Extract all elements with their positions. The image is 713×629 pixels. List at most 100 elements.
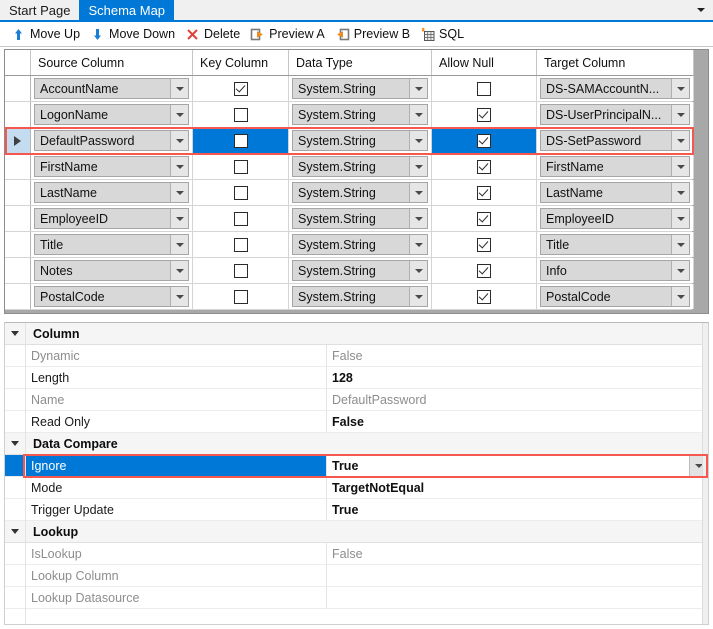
cell-source-column[interactable]: AccountName bbox=[31, 76, 193, 101]
property-row[interactable]: Trigger Update True bbox=[5, 499, 708, 521]
property-value[interactable]: 128 bbox=[327, 367, 708, 388]
checkbox-unchecked-icon[interactable] bbox=[477, 81, 491, 96]
combobox-chevron-down-icon[interactable] bbox=[671, 79, 689, 98]
property-value[interactable] bbox=[327, 565, 708, 586]
combobox[interactable]: Title bbox=[34, 234, 189, 255]
property-name[interactable]: Mode bbox=[5, 477, 327, 498]
cell-data-type[interactable]: System.String bbox=[289, 154, 432, 179]
toolbar-move-down-button[interactable]: Move Down bbox=[85, 23, 180, 45]
cell-source-column[interactable]: EmployeeID bbox=[31, 206, 193, 231]
cell-key-column[interactable] bbox=[193, 76, 289, 101]
property-row[interactable]: Lookup Column bbox=[5, 565, 708, 587]
cell-key-column[interactable] bbox=[193, 206, 289, 231]
cell-target-column[interactable]: LastName bbox=[537, 180, 694, 205]
combobox-chevron-down-icon[interactable] bbox=[671, 235, 689, 254]
combobox[interactable]: Title bbox=[540, 234, 690, 255]
tab-overflow-button[interactable] bbox=[693, 0, 709, 20]
cell-key-column[interactable] bbox=[193, 258, 289, 283]
combobox[interactable]: Notes bbox=[34, 260, 189, 281]
cell-key-column[interactable] bbox=[193, 232, 289, 257]
cell-source-column[interactable]: LastName bbox=[31, 180, 193, 205]
combobox-chevron-down-icon[interactable] bbox=[170, 261, 188, 280]
grid-row[interactable]: PostalCode System.String PostalCode bbox=[5, 284, 694, 310]
property-row[interactable]: Read Only False bbox=[5, 411, 708, 433]
combobox-chevron-down-icon[interactable] bbox=[409, 131, 427, 150]
grid-row-selector[interactable] bbox=[5, 284, 31, 309]
cell-target-column[interactable]: DS-UserPrincipalN... bbox=[537, 102, 694, 127]
grid-row[interactable]: Title System.String Title bbox=[5, 232, 694, 258]
grid-column-header-key-column[interactable]: Key Column bbox=[193, 50, 289, 75]
combobox[interactable]: System.String bbox=[292, 234, 428, 255]
combobox-chevron-down-icon[interactable] bbox=[170, 79, 188, 98]
combobox-chevron-down-icon[interactable] bbox=[170, 183, 188, 202]
checkbox-checked-icon[interactable] bbox=[477, 185, 491, 200]
checkbox-checked-icon[interactable] bbox=[477, 289, 491, 304]
combobox[interactable]: DS-SetPassword bbox=[540, 130, 690, 151]
property-category-row[interactable]: Data Compare bbox=[5, 433, 708, 455]
grid-column-header-allow-null[interactable]: Allow Null bbox=[432, 50, 537, 75]
combobox[interactable]: LastName bbox=[34, 182, 189, 203]
combobox[interactable]: FirstName bbox=[540, 156, 690, 177]
combobox-chevron-down-icon[interactable] bbox=[409, 235, 427, 254]
cell-target-column[interactable]: FirstName bbox=[537, 154, 694, 179]
checkbox-unchecked-icon[interactable] bbox=[233, 185, 248, 200]
cell-target-column[interactable]: EmployeeID bbox=[537, 206, 694, 231]
expander-chevron-down-icon[interactable] bbox=[5, 323, 26, 344]
combobox-chevron-down-icon[interactable] bbox=[671, 157, 689, 176]
combobox[interactable]: EmployeeID bbox=[540, 208, 690, 229]
combobox[interactable]: System.String bbox=[292, 130, 428, 151]
checkbox-unchecked-icon[interactable] bbox=[233, 211, 248, 226]
cell-allow-null[interactable] bbox=[432, 258, 537, 283]
cell-target-column[interactable]: Info bbox=[537, 258, 694, 283]
cell-source-column[interactable]: Notes bbox=[31, 258, 193, 283]
property-row[interactable]: Lookup Datasource bbox=[5, 587, 708, 609]
grid-row-selector[interactable] bbox=[5, 206, 31, 231]
combobox[interactable]: LastName bbox=[540, 182, 690, 203]
combobox[interactable]: System.String bbox=[292, 286, 428, 307]
cell-data-type[interactable]: System.String bbox=[289, 180, 432, 205]
combobox-chevron-down-icon[interactable] bbox=[170, 105, 188, 124]
cell-data-type[interactable]: System.String bbox=[289, 206, 432, 231]
combobox[interactable]: DS-UserPrincipalN... bbox=[540, 104, 690, 125]
grid-row-selector[interactable] bbox=[5, 76, 31, 101]
property-name[interactable]: Dynamic bbox=[5, 345, 327, 366]
cell-allow-null[interactable] bbox=[432, 206, 537, 231]
combobox[interactable]: System.String bbox=[292, 78, 428, 99]
combobox[interactable]: DefaultPassword bbox=[34, 130, 189, 151]
property-value[interactable]: False bbox=[327, 543, 708, 564]
property-row[interactable]: IsLookup False bbox=[5, 543, 708, 565]
combobox[interactable]: AccountName bbox=[34, 78, 189, 99]
checkbox-unchecked-icon[interactable] bbox=[233, 237, 248, 252]
grid-row[interactable]: Notes System.String Info bbox=[5, 258, 694, 284]
combobox-chevron-down-icon[interactable] bbox=[671, 105, 689, 124]
grid-row-selector[interactable] bbox=[5, 154, 31, 179]
cell-key-column[interactable] bbox=[193, 284, 289, 309]
grid-corner-header[interactable] bbox=[5, 50, 31, 75]
combobox-chevron-down-icon[interactable] bbox=[409, 183, 427, 202]
combobox[interactable]: PostalCode bbox=[34, 286, 189, 307]
property-category-row[interactable]: Lookup bbox=[5, 521, 708, 543]
combobox[interactable]: System.String bbox=[292, 208, 428, 229]
property-row[interactable]: Length 128 bbox=[5, 367, 708, 389]
cell-key-column[interactable] bbox=[193, 180, 289, 205]
property-row[interactable]: Name DefaultPassword bbox=[5, 389, 708, 411]
cell-allow-null[interactable] bbox=[432, 284, 537, 309]
combobox[interactable]: System.String bbox=[292, 260, 428, 281]
grid-column-header-target-column[interactable]: Target Column bbox=[537, 50, 694, 75]
property-grid-scrollbar[interactable] bbox=[702, 323, 708, 624]
combobox[interactable]: DS-SAMAccountN... bbox=[540, 78, 690, 99]
combobox-chevron-down-icon[interactable] bbox=[671, 183, 689, 202]
toolbar-move-up-button[interactable]: Move Up bbox=[6, 23, 85, 45]
combobox-chevron-down-icon[interactable] bbox=[170, 235, 188, 254]
grid-row[interactable]: DefaultPassword System.String DS-SetPasswo… bbox=[5, 128, 694, 154]
combobox[interactable]: PostalCode bbox=[540, 286, 690, 307]
cell-source-column[interactable]: DefaultPassword bbox=[31, 128, 193, 153]
combobox[interactable]: FirstName bbox=[34, 156, 189, 177]
toolbar-sql-button[interactable]: SQL bbox=[415, 23, 469, 45]
grid-row-selector[interactable] bbox=[5, 232, 31, 257]
cell-source-column[interactable]: Title bbox=[31, 232, 193, 257]
cell-allow-null[interactable] bbox=[432, 232, 537, 257]
cell-data-type[interactable]: System.String bbox=[289, 232, 432, 257]
checkbox-unchecked-icon[interactable] bbox=[233, 289, 248, 304]
property-row[interactable]: Mode TargetNotEqual bbox=[5, 477, 708, 499]
